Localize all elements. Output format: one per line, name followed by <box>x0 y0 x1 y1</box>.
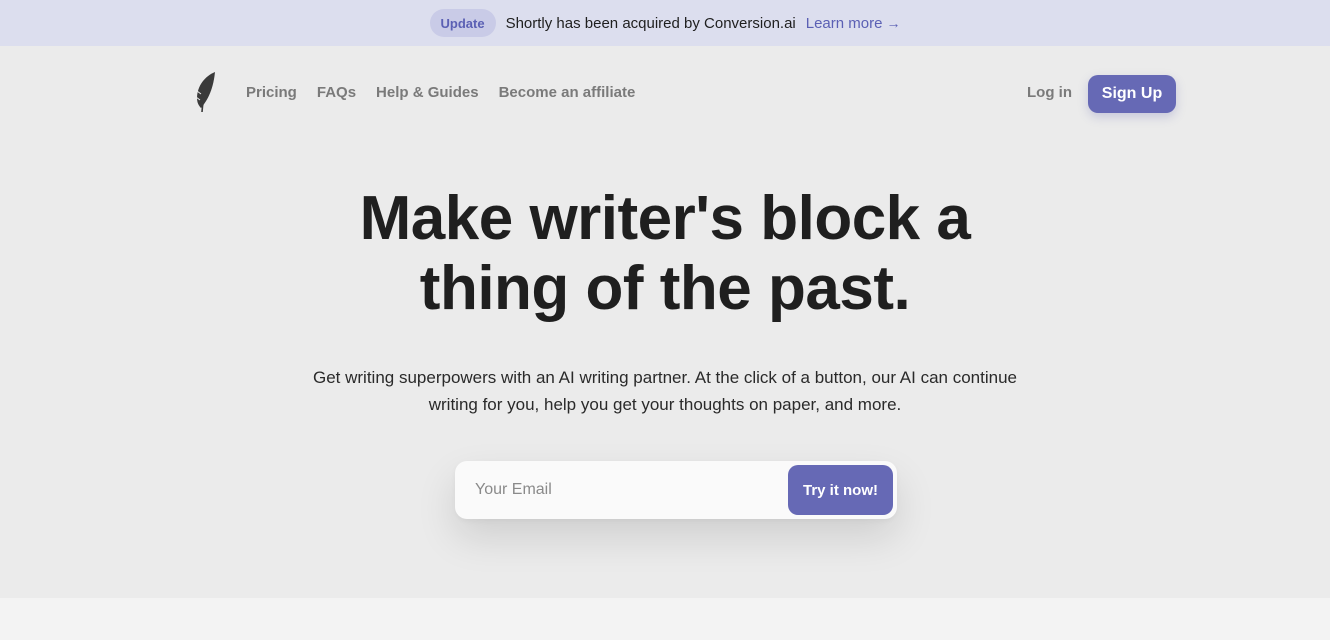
learn-more-link[interactable]: Learn more → <box>806 15 901 32</box>
arrow-right-icon: → <box>886 15 901 31</box>
nav-link-affiliate[interactable]: Become an affiliate <box>499 84 636 101</box>
email-input[interactable] <box>455 461 785 519</box>
update-badge: Update <box>429 9 496 37</box>
login-link[interactable]: Log in <box>1027 84 1072 101</box>
nav-links: Pricing FAQs Help & Guides Become an aff… <box>246 84 655 101</box>
next-section <box>0 598 1330 640</box>
hero-title-line-1: Make writer's block a <box>359 184 971 253</box>
feather-icon <box>195 72 215 113</box>
nav-link-faqs[interactable]: FAQs <box>317 84 356 101</box>
hero-title: Make writer's block a thing of the past. <box>0 184 1330 324</box>
banner-text: Shortly has been acquired by Conversion.… <box>505 14 796 32</box>
email-signup-form: Try it now! <box>455 461 897 519</box>
hero-subtitle: Get writing superpowers with an AI writi… <box>0 364 1330 418</box>
hero-subtitle-line-2: writing for you, help you get your thoug… <box>428 395 902 414</box>
signup-button[interactable]: Sign Up <box>1088 75 1176 113</box>
hero-title-line-2: thing of the past. <box>419 254 911 323</box>
nav-link-help-guides[interactable]: Help & Guides <box>376 84 479 101</box>
learn-more-label: Learn more <box>805 14 883 32</box>
logo-link[interactable] <box>191 70 221 114</box>
try-it-now-button[interactable]: Try it now! <box>788 465 893 515</box>
announcement-banner: Update Shortly has been acquired by Conv… <box>0 0 1330 46</box>
nav-link-pricing[interactable]: Pricing <box>246 84 297 101</box>
hero-subtitle-line-1: Get writing superpowers with an AI writi… <box>313 368 1017 387</box>
banner-content: Update Shortly has been acquired by Conv… <box>429 9 901 37</box>
top-navigation: Pricing FAQs Help & Guides Become an aff… <box>0 46 1330 142</box>
